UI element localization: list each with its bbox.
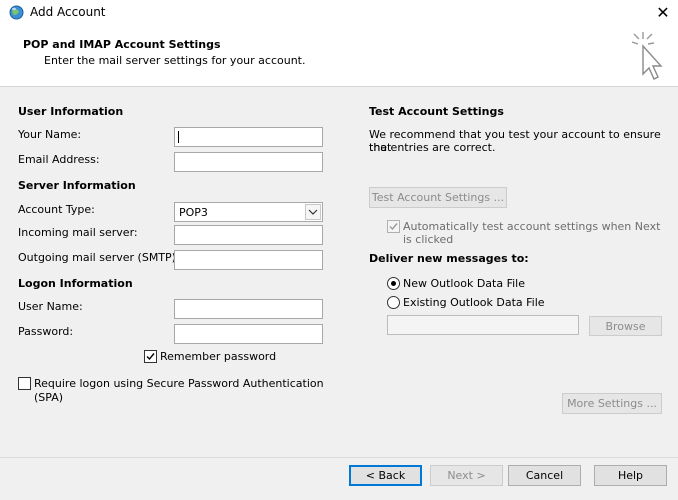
cancel-button[interactable]: Cancel (508, 465, 581, 486)
logon-information-heading: Logon Information (18, 277, 133, 290)
test-account-heading: Test Account Settings (369, 105, 504, 118)
password-field[interactable] (174, 324, 323, 344)
back-button[interactable]: < Back (349, 465, 422, 486)
outgoing-server-field[interactable] (174, 250, 323, 270)
spa-checkbox[interactable] (18, 377, 31, 390)
incoming-server-field[interactable] (174, 225, 323, 245)
new-data-file-label[interactable]: New Outlook Data File (403, 277, 525, 290)
new-data-file-radio[interactable] (387, 277, 400, 290)
browse-button[interactable]: Browse (589, 316, 662, 336)
password-label: Password: (18, 325, 74, 338)
test-desc-line2: the entries are correct. (369, 141, 496, 154)
remember-password-label[interactable]: Remember password (160, 350, 276, 363)
outgoing-server-label: Outgoing mail server (SMTP): (18, 251, 180, 264)
next-button[interactable]: Next > (430, 465, 503, 486)
auto-test-label-line1[interactable]: Automatically test account settings when… (403, 220, 660, 233)
close-icon[interactable]: ✕ (656, 3, 669, 22)
chevron-down-icon[interactable] (305, 204, 321, 220)
existing-data-file-path-field[interactable] (387, 315, 579, 335)
remember-password-checkbox[interactable] (144, 350, 157, 363)
page-title: POP and IMAP Account Settings (23, 38, 221, 51)
checkmark-icon (146, 353, 155, 361)
account-type-label: Account Type: (18, 203, 95, 216)
spa-label-line2[interactable]: (SPA) (34, 391, 63, 404)
more-settings-button[interactable]: More Settings ... (562, 393, 662, 414)
account-type-value: POP3 (179, 206, 208, 219)
close-button[interactable]: ✕ (652, 2, 674, 24)
email-address-field[interactable] (174, 152, 323, 172)
server-information-heading: Server Information (18, 179, 136, 192)
user-information-heading: User Information (18, 105, 124, 118)
help-button[interactable]: Help (594, 465, 667, 486)
email-address-label: Email Address: (18, 153, 100, 166)
account-type-select[interactable]: POP3 (174, 202, 323, 222)
outlook-globe-icon (9, 5, 24, 20)
existing-data-file-label[interactable]: Existing Outlook Data File (403, 296, 545, 309)
cursor-click-icon (631, 32, 663, 80)
text-caret (178, 131, 179, 143)
your-name-label: Your Name: (18, 128, 82, 141)
auto-test-label-line2[interactable]: is clicked (403, 233, 453, 246)
deliver-messages-heading: Deliver new messages to: (369, 252, 529, 265)
incoming-server-label: Incoming mail server: (18, 226, 138, 239)
window-title: Add Account (30, 5, 106, 19)
username-field[interactable] (174, 299, 323, 319)
checkmark-icon (389, 223, 398, 231)
existing-data-file-radio[interactable] (387, 296, 400, 309)
spa-label-line1[interactable]: Require logon using Secure Password Auth… (34, 377, 324, 390)
test-account-settings-button[interactable]: Test Account Settings ... (369, 187, 507, 208)
page-subtitle: Enter the mail server settings for your … (44, 54, 306, 67)
your-name-field[interactable] (174, 127, 323, 147)
radio-selected-dot (391, 281, 396, 286)
username-label: User Name: (18, 300, 83, 313)
auto-test-checkbox[interactable] (387, 220, 400, 233)
